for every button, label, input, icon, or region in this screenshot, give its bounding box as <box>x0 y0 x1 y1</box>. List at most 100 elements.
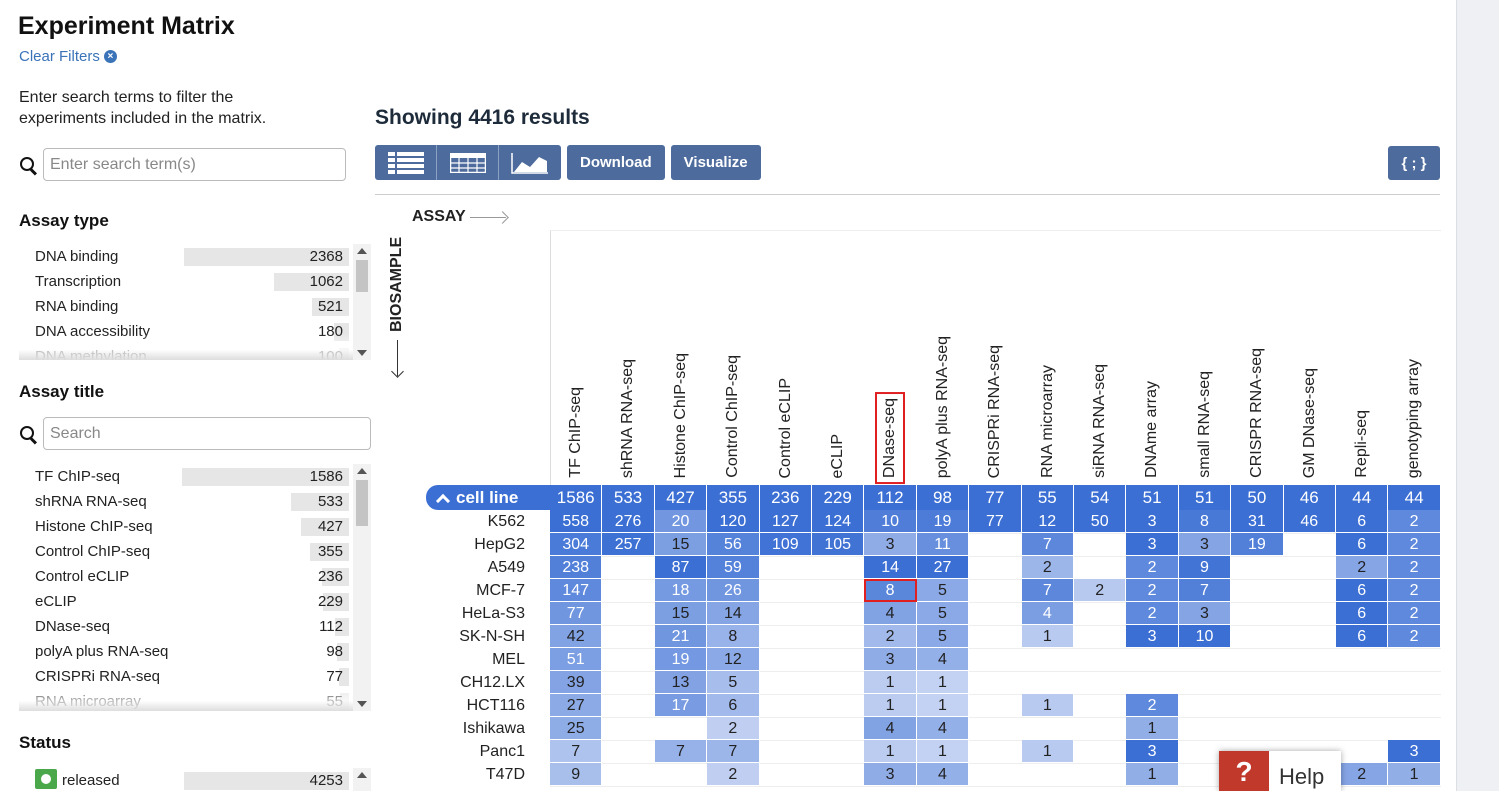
download-button[interactable]: Download <box>567 145 665 180</box>
column-header[interactable]: Control eCLIP <box>761 231 813 486</box>
scroll-thumb[interactable] <box>356 480 368 526</box>
row-label[interactable]: CH12.LX <box>412 671 537 694</box>
matrix-cell[interactable]: 13 <box>654 671 708 694</box>
column-header[interactable]: TF ChIP-seq <box>551 231 603 486</box>
matrix-cell[interactable]: 5 <box>916 579 970 602</box>
column-header[interactable]: shRNA RNA-seq <box>603 231 655 486</box>
matrix-cell[interactable]: 6 <box>1336 533 1389 556</box>
group-total-cell[interactable]: 55 <box>1021 485 1074 510</box>
column-header[interactable]: Control ChIP-seq <box>708 231 760 486</box>
matrix-cell[interactable]: 8 <box>1178 510 1232 533</box>
facet-item[interactable]: Transcription 1062 <box>35 269 353 294</box>
group-total-cell[interactable]: 51 <box>1178 485 1232 510</box>
column-header[interactable]: siRNA RNA-seq <box>1075 231 1127 486</box>
matrix-cell[interactable]: 5 <box>707 671 760 694</box>
matrix-cell[interactable]: 17 <box>654 694 708 717</box>
matrix-cell[interactable]: 2 <box>1336 763 1389 786</box>
scrollbar[interactable] <box>353 768 371 791</box>
matrix-cell[interactable]: 12 <box>1021 510 1074 533</box>
visualize-button[interactable]: Visualize <box>670 145 761 180</box>
group-total-cell[interactable]: 112 <box>864 485 917 510</box>
matrix-cell[interactable]: 15 <box>654 533 708 556</box>
matrix-cell[interactable]: 2 <box>864 625 917 648</box>
matrix-cell[interactable]: 4 <box>916 717 970 740</box>
matrix-cell[interactable]: 7 <box>1178 579 1232 602</box>
matrix-cell[interactable]: 7 <box>1021 533 1074 556</box>
scroll-down-icon[interactable] <box>357 350 367 356</box>
group-total-cell[interactable]: 50 <box>1231 485 1284 510</box>
matrix-cell[interactable]: 6 <box>1336 510 1389 533</box>
group-total-cell[interactable]: 427 <box>654 485 708 510</box>
matrix-cell[interactable]: 147 <box>550 579 603 602</box>
matrix-cell[interactable]: 12 <box>707 648 760 671</box>
column-header[interactable]: eCLIP <box>813 231 865 486</box>
matrix-cell[interactable]: 26 <box>707 579 760 602</box>
matrix-cell[interactable]: 77 <box>550 602 603 625</box>
matrix-cell[interactable]: 2 <box>1074 579 1127 602</box>
matrix-cell[interactable]: 1 <box>916 671 970 694</box>
group-total-cell[interactable]: 236 <box>759 485 812 510</box>
group-total-cell[interactable]: 77 <box>969 485 1022 510</box>
row-label[interactable]: A549 <box>412 556 537 579</box>
matrix-cell[interactable]: 2 <box>1388 602 1441 625</box>
matrix-cell[interactable]: 5 <box>916 602 970 625</box>
matrix-cell[interactable]: 2 <box>1388 625 1441 648</box>
group-total-cell[interactable]: 54 <box>1074 485 1127 510</box>
matrix-cell[interactable]: 8 <box>707 625 760 648</box>
column-header[interactable]: Repli-seq <box>1337 231 1389 486</box>
row-label[interactable]: Ishikawa <box>412 717 537 740</box>
facet-item[interactable]: RNA binding 521 <box>35 294 353 319</box>
facet-item[interactable]: shRNA RNA-seq 533 <box>35 489 353 514</box>
row-label[interactable]: MEL <box>412 648 537 671</box>
column-header[interactable]: Histone ChIP-seq <box>656 231 708 486</box>
matrix-cell[interactable]: 11 <box>916 533 970 556</box>
group-total-cell[interactable]: 1586 <box>550 485 603 510</box>
table-view-button[interactable] <box>437 145 499 180</box>
row-label[interactable]: K562 <box>412 510 537 533</box>
column-header[interactable]: DNAme array <box>1127 231 1179 486</box>
matrix-cell[interactable]: 1 <box>1126 763 1179 786</box>
matrix-cell[interactable]: 2 <box>1388 510 1441 533</box>
matrix-cell[interactable]: 1 <box>1021 694 1074 717</box>
matrix-cell[interactable]: 3 <box>864 533 917 556</box>
row-label[interactable]: HepG2 <box>412 533 537 556</box>
scroll-thumb[interactable] <box>356 260 368 292</box>
group-total-cell[interactable]: 98 <box>916 485 970 510</box>
list-view-button[interactable] <box>375 145 437 180</box>
matrix-cell[interactable]: 1 <box>916 740 970 763</box>
matrix-cell[interactable]: 25 <box>550 717 603 740</box>
group-total-cell[interactable]: 46 <box>1283 485 1336 510</box>
matrix-cell[interactable]: 1 <box>916 694 970 717</box>
matrix-cell[interactable]: 3 <box>864 763 917 786</box>
group-total-cell[interactable]: 355 <box>707 485 760 510</box>
matrix-cell[interactable]: 4 <box>864 602 917 625</box>
row-label[interactable]: SK-N-SH <box>412 625 537 648</box>
matrix-cell[interactable]: 9 <box>1178 556 1232 579</box>
column-header[interactable]: GM DNase-seq <box>1285 231 1337 486</box>
matrix-cell[interactable]: 304 <box>550 533 603 556</box>
matrix-cell[interactable]: 120 <box>707 510 760 533</box>
matrix-cell[interactable]: 6 <box>1336 625 1389 648</box>
column-header[interactable]: RNA microarray <box>1023 231 1075 486</box>
matrix-cell[interactable]: 31 <box>1231 510 1284 533</box>
matrix-cell[interactable]: 3 <box>864 648 917 671</box>
matrix-cell[interactable]: 2 <box>1126 602 1179 625</box>
matrix-cell[interactable]: 3 <box>1126 625 1179 648</box>
row-label[interactable]: Panc1 <box>412 740 537 763</box>
matrix-cell[interactable]: 18 <box>654 579 708 602</box>
matrix-cell[interactable]: 46 <box>1283 510 1336 533</box>
column-header[interactable]: DNase-seq <box>865 231 917 486</box>
matrix-cell[interactable]: 2 <box>1336 556 1389 579</box>
scroll-up-icon[interactable] <box>357 468 367 474</box>
matrix-cell[interactable]: 59 <box>707 556 760 579</box>
matrix-search-input[interactable] <box>43 148 346 181</box>
matrix-cell[interactable]: 1 <box>1021 625 1074 648</box>
matrix-cell[interactable]: 3 <box>1388 740 1441 763</box>
scrollbar[interactable] <box>353 464 371 711</box>
matrix-cell[interactable]: 257 <box>602 533 655 556</box>
matrix-cell[interactable]: 558 <box>550 510 603 533</box>
group-total-cell[interactable]: 533 <box>602 485 655 510</box>
matrix-cell[interactable]: 1 <box>864 740 917 763</box>
matrix-cell[interactable]: 19 <box>654 648 708 671</box>
matrix-cell[interactable]: 51 <box>550 648 603 671</box>
